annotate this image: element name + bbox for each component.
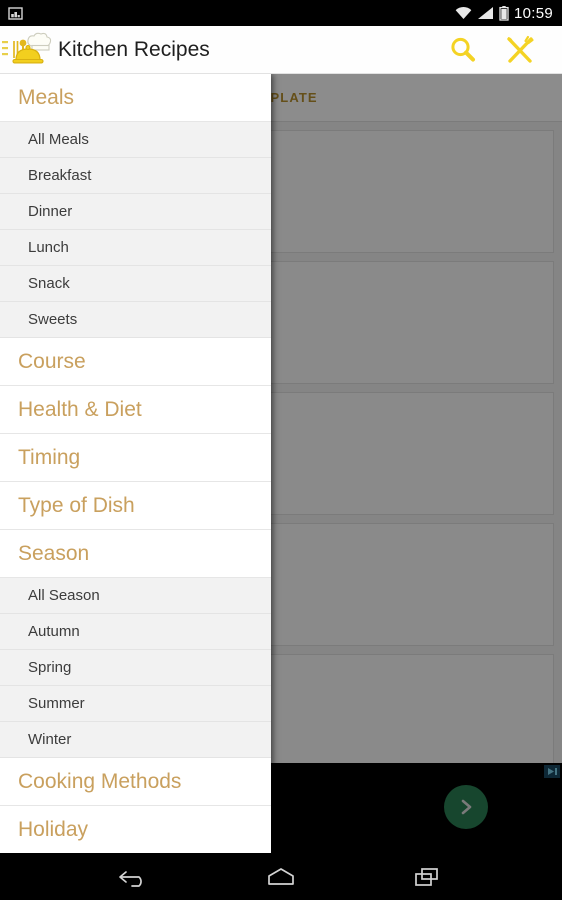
status-notifications [0, 6, 23, 21]
back-button[interactable] [112, 859, 158, 895]
cellular-signal-icon [477, 6, 494, 20]
drawer-section-course[interactable]: Course [0, 338, 271, 386]
drawer-item-sweets[interactable]: Sweets [0, 302, 271, 338]
battery-icon [499, 5, 509, 21]
screenshot-icon [8, 6, 23, 21]
status-bar: 10:59 [0, 0, 562, 26]
navigation-drawer: Meals All Meals Breakfast Dinner Lunch S… [0, 74, 271, 853]
system-navigation-bar [0, 853, 562, 900]
drawer-item-spring[interactable]: Spring [0, 650, 271, 686]
page-title: Kitchen Recipes [58, 37, 210, 61]
drawer-section-meals[interactable]: Meals [0, 74, 271, 122]
drawer-section-holiday[interactable]: Holiday [0, 806, 271, 853]
drawer-item-autumn[interactable]: Autumn [0, 614, 271, 650]
drawer-item-lunch[interactable]: Lunch [0, 230, 271, 266]
drawer-item-breakfast[interactable]: Breakfast [0, 158, 271, 194]
drawer-item-all-meals[interactable]: All Meals [0, 122, 271, 158]
search-icon[interactable] [448, 35, 478, 65]
app-screen: MY PLATE Prosciutto Crostini Kitchn Eggs… [0, 0, 562, 900]
cutlery-icon[interactable] [504, 34, 536, 66]
drawer-section-season[interactable]: Season [0, 530, 271, 578]
home-button[interactable] [258, 859, 304, 895]
recents-button[interactable] [404, 859, 450, 895]
drawer-item-dinner[interactable]: Dinner [0, 194, 271, 230]
app-bar: Kitchen Recipes [0, 26, 562, 74]
drawer-section-cooking-methods[interactable]: Cooking Methods [0, 758, 271, 806]
drawer-section-health-diet[interactable]: Health & Diet [0, 386, 271, 434]
drawer-item-winter[interactable]: Winter [0, 722, 271, 758]
chef-hat-cloche-logo[interactable] [0, 26, 56, 74]
wifi-icon [455, 6, 472, 20]
drawer-item-summer[interactable]: Summer [0, 686, 271, 722]
drawer-section-timing[interactable]: Timing [0, 434, 271, 482]
status-clock: 10:59 [513, 4, 553, 22]
app-bar-actions [448, 34, 562, 66]
drawer-item-all-season[interactable]: All Season [0, 578, 271, 614]
drawer-item-snack[interactable]: Snack [0, 266, 271, 302]
drawer-section-type-of-dish[interactable]: Type of Dish [0, 482, 271, 530]
status-indicators: 10:59 [455, 5, 562, 22]
